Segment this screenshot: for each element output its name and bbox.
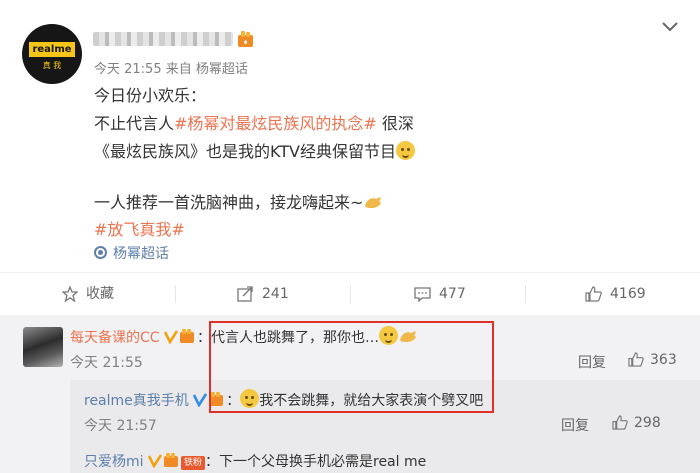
reply-text: 我不会跳舞，就给大家表演个劈叉吧 [259,393,484,409]
thumbs-up-icon [612,415,628,430]
reply-text: ：下一个父母换手机必需是real me [205,454,427,470]
verified-v-icon [164,330,179,344]
comment-section: 每天备课的CC ：代言人也跳舞了，那你也… 今天 21:55 回复 363 re… [0,315,700,473]
commenter-avatar[interactable] [23,327,63,367]
star-icon [61,285,79,303]
author-avatar[interactable]: realme 真 我 [22,24,82,84]
favorite-label: 收藏 [86,286,114,302]
reply-author-name[interactable]: 只爱杨mi [84,454,144,470]
post-line-4: 一人推荐一首洗脑神曲，接龙嗨起来~ [94,189,383,213]
reply-colon: ： [226,393,241,409]
chevron-down-icon[interactable] [660,20,680,34]
comment-count: 477 [439,286,466,302]
reply-button[interactable]: 回复 [578,352,606,372]
avatar-sub-text: 真 我 [42,61,62,70]
post-line-2-suffix: 很深 [376,114,414,133]
cute-emoji-icon [240,389,260,408]
vip-badge-icon: ♦ [238,31,253,47]
comment-line: 每天备课的CC ：代言人也跳舞了，那你也… [70,326,418,347]
vip-badge-icon [180,329,195,343]
comment-like-button[interactable]: 363 [628,352,677,368]
reply-line: realme真我手机 ： 我不会跳舞，就给大家表演个劈叉吧 [84,389,483,410]
chaohua-icon [94,246,107,259]
comment-text: ：代言人也跳舞了，那你也… [197,330,380,346]
reply-like-count: 298 [634,415,661,431]
thumbs-up-icon [585,286,602,302]
verified-v-icon [147,454,162,468]
reply-thread: realme真我手机 ： 我不会跳舞，就给大家表演个劈叉吧 今天 21:57 回复… [70,380,700,473]
reply-line: 只爱杨mi 铁粉 ：下一个父母换手机必需是real me [84,451,426,471]
post-line-2: 不止代言人#杨幂对最炫民族风的执念# 很深 [94,110,414,134]
action-bar: 收藏 241 477 4169 [0,273,700,315]
wave-hand-emoji-icon [365,197,382,208]
thumbs-up-icon [628,352,644,367]
reply-reply-button[interactable]: 回复 [561,415,589,435]
comment-icon [414,287,431,303]
comment-like-count: 363 [650,352,677,368]
post-line-3-text: 《最炫民族风》也是我的KTV经典保留节目 [94,142,396,161]
action-separator [175,285,176,303]
repost-button[interactable]: 241 [237,273,289,315]
hand-emoji-icon [400,331,417,342]
post-line-1: 今日份小欢乐： [94,86,207,105]
fans-badge: 铁粉 [180,456,205,470]
comment-time: 今天 21:55 [70,355,143,371]
chaohua-link[interactable]: 杨幂超话 [94,243,169,263]
post-line-3: 《最炫民族风》也是我的KTV经典保留节目 [94,138,415,162]
post-line-5: #放飞真我# [94,216,185,240]
action-separator [525,285,526,303]
reply-time: 今天 21:57 [84,418,157,434]
author-name-blurred[interactable] [93,32,233,46]
hashtag-link[interactable]: #杨幂对最炫民族风的执念# [174,114,377,133]
vip-badge-icon [163,453,178,467]
chaohua-label: 杨幂超话 [113,246,169,262]
repost-count: 241 [262,286,289,302]
comment-button[interactable]: 477 [414,273,466,315]
hashtag-link-fangfei[interactable]: #放飞真我# [94,220,185,239]
post-line-2-prefix: 不止代言人 [94,114,175,133]
post-line-4-text: 一人推荐一首洗脑神曲，接龙嗨起来~ [94,193,364,212]
reply-author-name[interactable]: realme真我手机 [84,393,189,409]
cute-emoji-icon [379,326,399,345]
reply-like-button[interactable]: 298 [612,415,661,431]
commenter-name[interactable]: 每天备课的CC [70,330,160,346]
action-separator [350,285,351,303]
repost-icon [237,286,253,302]
avatar-brand-text: realme [29,42,75,57]
like-button[interactable]: 4169 [585,273,646,315]
post-meta: 今天 21:55 来自 杨幂超话 [94,62,248,77]
svg-text:♦: ♦ [243,38,247,47]
verified-v-blue-icon [193,393,208,407]
vip-badge-icon [209,392,224,406]
weibo-post: realme 真 我 ♦ 今天 21:55 来自 杨幂超话 今日份小欢乐： 不止… [0,0,700,270]
favorite-button[interactable]: 收藏 [61,273,114,315]
like-count: 4169 [610,286,646,302]
grin-emoji-icon [395,141,415,160]
